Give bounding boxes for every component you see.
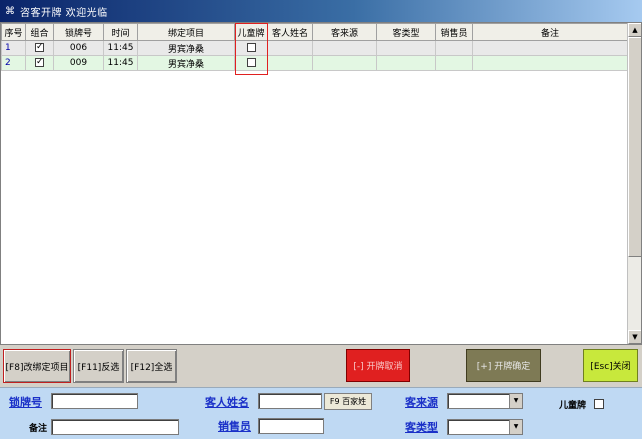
lock-no-label[interactable]: 锁牌号: [9, 394, 42, 410]
cell-type[interactable]: [376, 55, 436, 71]
cell-seq: 1: [1, 40, 26, 56]
kid-label: 儿童牌: [559, 401, 587, 411]
source-label[interactable]: 客来源: [405, 394, 438, 410]
col-header-time[interactable]: 时间: [103, 23, 138, 41]
window-title: 咨客开牌 欢迎光临: [20, 7, 108, 19]
kid-checkbox[interactable]: [594, 399, 604, 409]
cell-sales[interactable]: [435, 40, 473, 56]
col-header-type[interactable]: 客类型: [376, 23, 436, 41]
cell-source[interactable]: [312, 40, 377, 56]
cell-source[interactable]: [312, 55, 377, 71]
app-menu-icon[interactable]: ⌘: [4, 5, 16, 17]
cell-kid[interactable]: [234, 40, 268, 56]
cell-note[interactable]: [472, 40, 628, 56]
guest-name-input[interactable]: [258, 393, 322, 409]
title-bar: ⌘ 咨客开牌 欢迎光临: [0, 0, 642, 22]
lock-no-input[interactable]: [51, 393, 138, 409]
table-header: 序号 组合 锁牌号 时间 绑定项目 儿童牌 客人姓名 客来源 客类型 销售员 备…: [1, 23, 628, 41]
cell-sales[interactable]: [435, 55, 473, 71]
cell-type[interactable]: [376, 40, 436, 56]
cell-lock-no: 009: [53, 55, 104, 71]
cell-guest[interactable]: [267, 40, 313, 56]
cell-project[interactable]: 男宾净桑: [137, 40, 235, 56]
guest-table: 序号 组合 锁牌号 时间 绑定项目 儿童牌 客人姓名 客来源 客类型 销售员 备…: [1, 23, 628, 71]
change-project-button[interactable]: [F8]改绑定项目: [3, 349, 71, 383]
combo-checkbox[interactable]: ✓: [35, 58, 44, 67]
button-bar: [F8]改绑定项目 [F11]反选 [F12]全选 [-] 开牌取消 [+] 开…: [0, 345, 642, 387]
col-header-combo[interactable]: 组合: [25, 23, 54, 41]
guest-name-label[interactable]: 客人姓名: [205, 394, 249, 410]
cell-combo[interactable]: ✓: [25, 55, 54, 71]
type-label[interactable]: 客类型: [405, 419, 438, 435]
col-header-sales[interactable]: 销售员: [435, 23, 473, 41]
cell-time: 11:45: [103, 55, 138, 71]
confirm-open-button[interactable]: [+] 开牌确定: [466, 349, 541, 382]
surname-lookup-button[interactable]: F9 百家姓: [324, 393, 372, 410]
cell-guest[interactable]: [267, 55, 313, 71]
vertical-scrollbar[interactable]: ▲ ▼: [627, 23, 641, 344]
sales-input[interactable]: [258, 418, 324, 434]
cell-lock-no: 006: [53, 40, 104, 56]
note-input[interactable]: [51, 419, 179, 435]
cell-time: 11:45: [103, 40, 138, 56]
col-header-seq[interactable]: 序号: [1, 23, 26, 41]
scroll-thumb[interactable]: [628, 37, 641, 257]
cell-combo[interactable]: ✓: [25, 40, 54, 56]
col-header-note[interactable]: 备注: [472, 23, 628, 41]
cell-kid[interactable]: [234, 55, 268, 71]
col-header-kid[interactable]: 儿童牌: [234, 23, 268, 41]
table-row[interactable]: 2 ✓ 009 11:45 男宾净桑: [1, 55, 628, 71]
chevron-down-icon[interactable]: ▼: [509, 420, 522, 434]
type-select[interactable]: ▼: [447, 419, 523, 435]
cell-seq: 2: [1, 55, 26, 71]
col-header-lock-no[interactable]: 锁牌号: [53, 23, 104, 41]
entry-form: 锁牌号 客人姓名 F9 百家姓 客来源 ▼ 儿童牌 备注 销售员 客类型 ▼: [0, 387, 642, 439]
col-header-project[interactable]: 绑定项目: [137, 23, 235, 41]
cell-note[interactable]: [472, 55, 628, 71]
scroll-up-arrow-icon[interactable]: ▲: [628, 23, 641, 37]
table-row[interactable]: 1 ✓ 006 11:45 男宾净桑: [1, 40, 628, 56]
sales-label[interactable]: 销售员: [218, 418, 251, 434]
note-label: 备注: [29, 424, 48, 434]
col-header-source[interactable]: 客来源: [312, 23, 377, 41]
scroll-down-arrow-icon[interactable]: ▼: [628, 330, 641, 344]
close-button[interactable]: [Esc]关闭: [583, 349, 638, 382]
select-all-button[interactable]: [F12]全选: [126, 349, 177, 383]
guest-grid[interactable]: 序号 组合 锁牌号 时间 绑定项目 儿童牌 客人姓名 客来源 客类型 销售员 备…: [0, 22, 642, 345]
source-select[interactable]: ▼: [447, 393, 523, 409]
kid-checkbox[interactable]: [246, 43, 256, 52]
cell-project[interactable]: 男宾净桑: [137, 55, 235, 71]
cancel-open-button[interactable]: [-] 开牌取消: [346, 349, 410, 382]
col-header-guest[interactable]: 客人姓名: [267, 23, 313, 41]
combo-checkbox[interactable]: ✓: [35, 43, 44, 52]
kid-checkbox[interactable]: [246, 58, 256, 67]
chevron-down-icon[interactable]: ▼: [509, 394, 522, 408]
invert-selection-button[interactable]: [F11]反选: [73, 349, 124, 383]
